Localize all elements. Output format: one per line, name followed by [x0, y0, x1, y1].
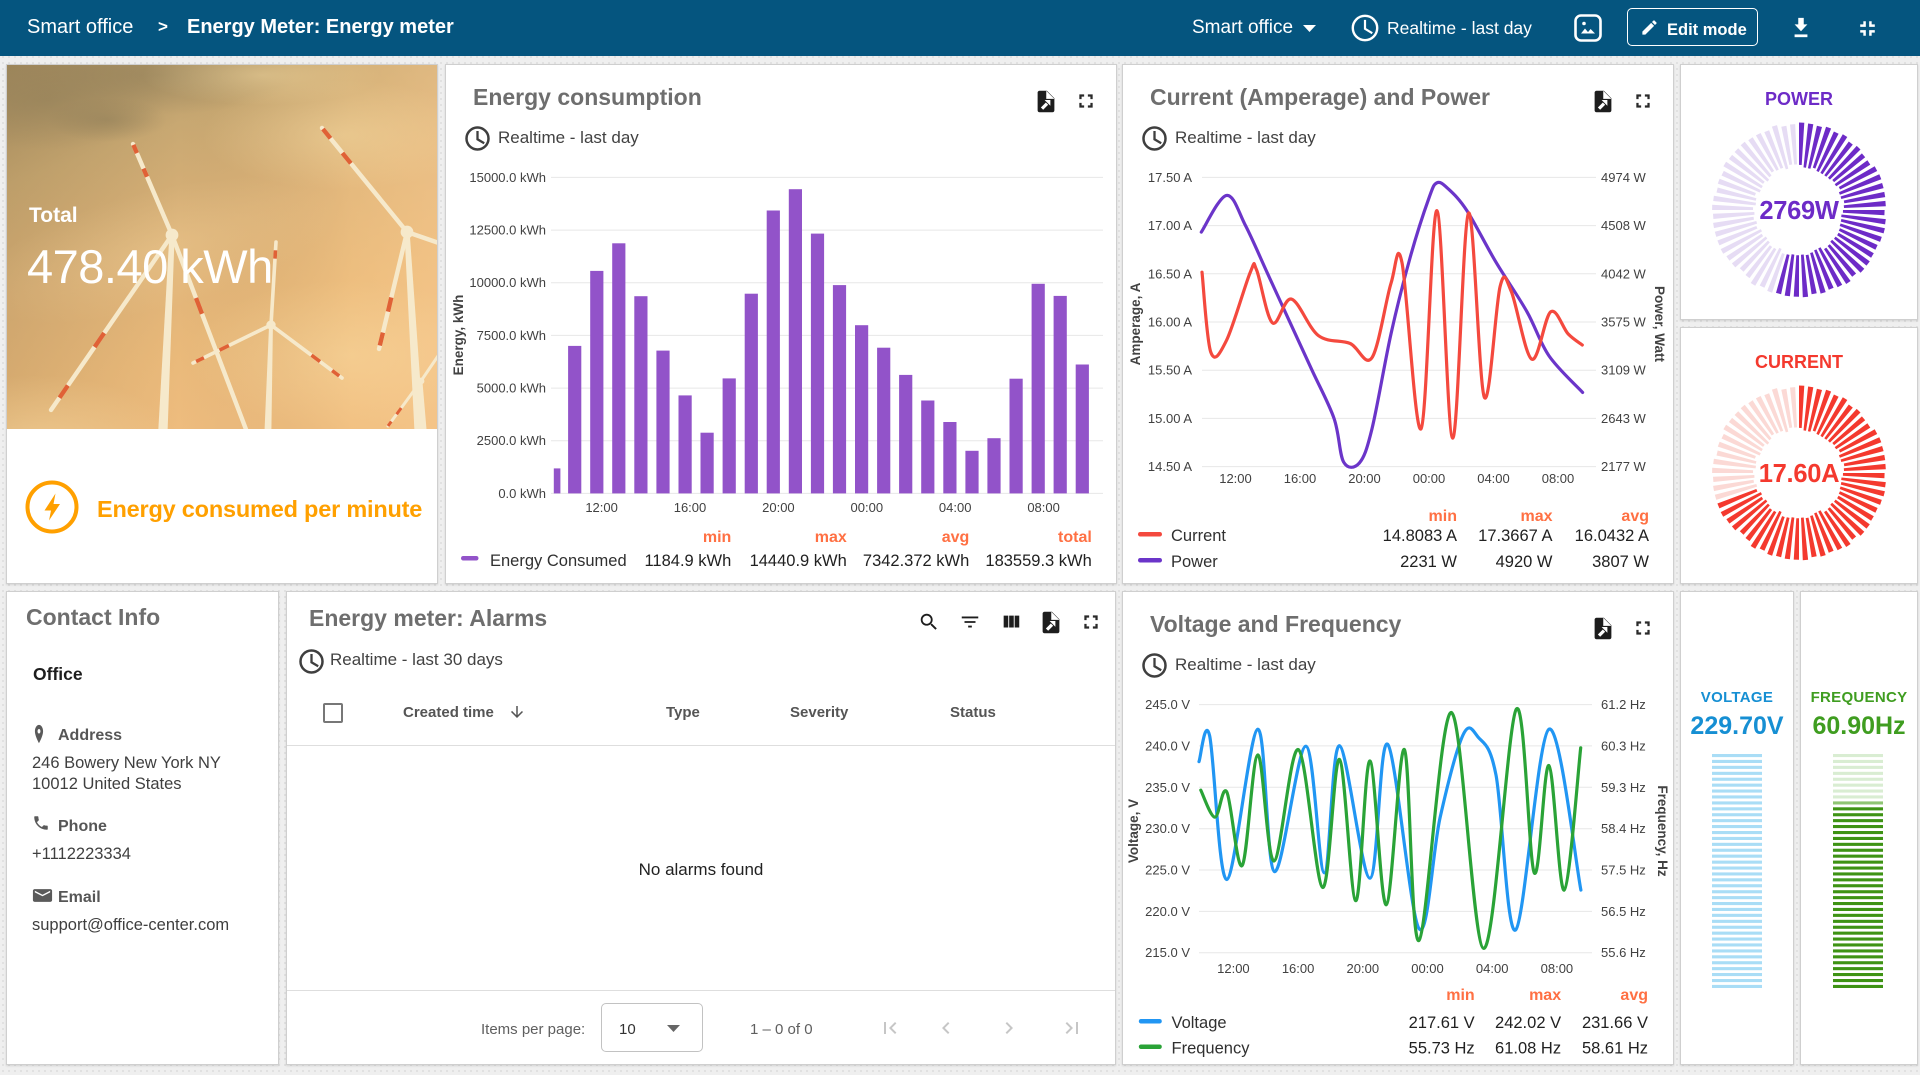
svg-text:61.08 Hz: 61.08 Hz	[1495, 1040, 1561, 1058]
svg-text:2231 W: 2231 W	[1400, 553, 1457, 571]
svg-text:16.00 A: 16.00 A	[1148, 315, 1192, 330]
svg-text:min: min	[1446, 987, 1474, 1004]
svg-text:61.2 Hz: 61.2 Hz	[1601, 697, 1646, 712]
svg-text:231.66 V: 231.66 V	[1582, 1014, 1648, 1032]
svg-text:3575 W: 3575 W	[1601, 315, 1647, 330]
svg-text:220.0 V: 220.0 V	[1145, 904, 1190, 919]
svg-text:1184.9 kWh: 1184.9 kWh	[644, 552, 731, 570]
svg-text:240.0 V: 240.0 V	[1145, 738, 1190, 753]
svg-text:16:00: 16:00	[1284, 471, 1317, 486]
svg-text:min: min	[1429, 508, 1457, 525]
svg-text:235.0 V: 235.0 V	[1145, 780, 1190, 795]
svg-text:16:00: 16:00	[1282, 961, 1315, 976]
svg-text:12:00: 12:00	[1217, 961, 1250, 976]
svg-text:17.00 A: 17.00 A	[1148, 218, 1192, 233]
svg-text:4042 W: 4042 W	[1601, 266, 1647, 281]
svg-text:avg: avg	[1620, 987, 1648, 1004]
svg-text:08:00: 08:00	[1027, 500, 1060, 515]
svg-text:04:00: 04:00	[1477, 471, 1510, 486]
svg-text:min: min	[703, 529, 731, 546]
svg-text:14.50 A: 14.50 A	[1148, 459, 1192, 474]
svg-text:00:00: 00:00	[851, 500, 884, 515]
svg-text:Amperage, A: Amperage, A	[1128, 282, 1143, 365]
svg-text:04:00: 04:00	[939, 500, 972, 515]
svg-text:4974 W: 4974 W	[1601, 170, 1647, 185]
svg-text:2643 W: 2643 W	[1601, 411, 1647, 426]
svg-text:12500.0 kWh: 12500.0 kWh	[469, 223, 546, 238]
svg-text:15.00 A: 15.00 A	[1148, 411, 1192, 426]
svg-text:Frequency, Hz: Frequency, Hz	[1655, 785, 1670, 877]
svg-text:2177 W: 2177 W	[1601, 459, 1647, 474]
svg-text:217.61 V: 217.61 V	[1409, 1014, 1475, 1032]
svg-text:183559.3 kWh: 183559.3 kWh	[985, 552, 1091, 570]
svg-text:4508 W: 4508 W	[1601, 218, 1647, 233]
svg-text:230.0 V: 230.0 V	[1145, 821, 1190, 836]
svg-text:08:00: 08:00	[1542, 471, 1575, 486]
svg-text:08:00: 08:00	[1541, 961, 1574, 976]
svg-text:10000.0 kWh: 10000.0 kWh	[469, 275, 546, 290]
svg-text:16:00: 16:00	[674, 500, 707, 515]
svg-text:max: max	[1520, 508, 1552, 525]
svg-text:3109 W: 3109 W	[1601, 363, 1647, 378]
svg-text:avg: avg	[1621, 508, 1649, 525]
svg-text:00:00: 00:00	[1413, 471, 1446, 486]
svg-text:16.0432 A: 16.0432 A	[1575, 527, 1649, 545]
svg-text:215.0 V: 215.0 V	[1145, 945, 1190, 960]
svg-text:14.8083 A: 14.8083 A	[1383, 527, 1457, 545]
svg-text:14440.9 kWh: 14440.9 kWh	[750, 552, 847, 570]
svg-text:20:00: 20:00	[762, 500, 795, 515]
svg-text:5000.0 kWh: 5000.0 kWh	[477, 381, 546, 396]
svg-text:20:00: 20:00	[1348, 471, 1381, 486]
svg-text:Power: Power	[1171, 553, 1218, 571]
svg-text:Voltage, V: Voltage, V	[1126, 799, 1141, 863]
svg-text:17.3667 A: 17.3667 A	[1478, 527, 1552, 545]
svg-text:12:00: 12:00	[585, 500, 618, 515]
svg-text:Energy, kWh: Energy, kWh	[451, 295, 466, 376]
svg-text:Frequency: Frequency	[1172, 1040, 1251, 1058]
svg-text:58.4 Hz: 58.4 Hz	[1601, 821, 1646, 836]
svg-text:60.3 Hz: 60.3 Hz	[1601, 738, 1646, 753]
svg-text:57.5 Hz: 57.5 Hz	[1601, 863, 1646, 878]
svg-text:242.02 V: 242.02 V	[1495, 1014, 1561, 1032]
svg-text:7342.372 kWh: 7342.372 kWh	[863, 552, 969, 570]
svg-text:7500.0 kWh: 7500.0 kWh	[477, 328, 546, 343]
svg-text:avg: avg	[942, 529, 970, 546]
svg-text:17.50 A: 17.50 A	[1148, 170, 1192, 185]
svg-text:16.50 A: 16.50 A	[1148, 266, 1192, 281]
svg-text:3807 W: 3807 W	[1592, 553, 1649, 571]
svg-text:total: total	[1058, 529, 1092, 546]
svg-text:58.61 Hz: 58.61 Hz	[1582, 1040, 1648, 1058]
svg-text:4920 W: 4920 W	[1496, 553, 1553, 571]
svg-text:Current: Current	[1171, 527, 1226, 545]
svg-text:56.5 Hz: 56.5 Hz	[1601, 904, 1646, 919]
svg-text:12:00: 12:00	[1219, 471, 1252, 486]
svg-text:Energy Consumed: Energy Consumed	[490, 552, 627, 570]
svg-text:Power, Watt: Power, Watt	[1652, 286, 1667, 363]
svg-text:15000.0 kWh: 15000.0 kWh	[469, 170, 546, 185]
svg-text:max: max	[815, 529, 847, 546]
svg-text:55.6 Hz: 55.6 Hz	[1601, 945, 1646, 960]
svg-text:20:00: 20:00	[1347, 961, 1380, 976]
svg-text:max: max	[1529, 987, 1561, 1004]
svg-text:55.73 Hz: 55.73 Hz	[1409, 1040, 1475, 1058]
svg-text:0.0 kWh: 0.0 kWh	[498, 486, 546, 501]
svg-text:Voltage: Voltage	[1172, 1014, 1227, 1032]
svg-text:225.0 V: 225.0 V	[1145, 863, 1190, 878]
svg-text:59.3 Hz: 59.3 Hz	[1601, 780, 1646, 795]
svg-text:245.0 V: 245.0 V	[1145, 697, 1190, 712]
svg-text:15.50 A: 15.50 A	[1148, 363, 1192, 378]
svg-text:00:00: 00:00	[1411, 961, 1444, 976]
svg-text:04:00: 04:00	[1476, 961, 1509, 976]
svg-text:2500.0 kWh: 2500.0 kWh	[477, 433, 546, 448]
